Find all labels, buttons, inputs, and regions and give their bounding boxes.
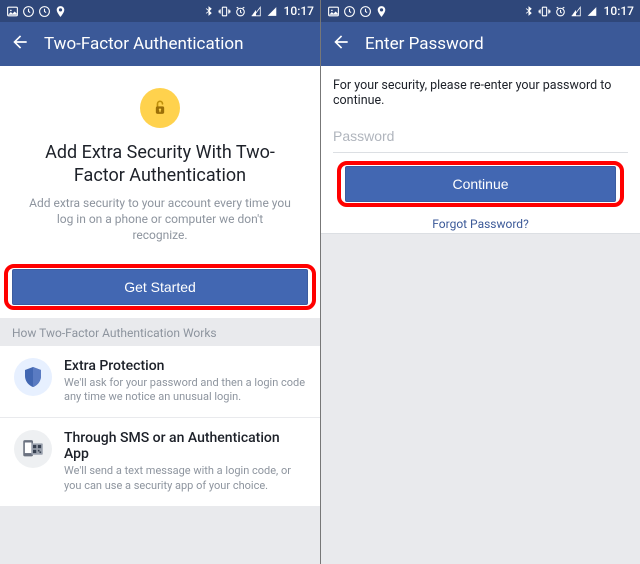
list-item-extra-protection: Extra Protection We'll ask for your pass… <box>0 346 320 418</box>
app-header: Enter Password <box>321 22 640 66</box>
clock-icon <box>22 5 35 18</box>
clock-icon <box>343 5 356 18</box>
clock-icon <box>38 5 51 18</box>
get-started-button[interactable]: Get Started <box>12 269 308 305</box>
status-right: 10:17 <box>202 4 314 18</box>
hero-desc: Add extra security to your account every… <box>16 195 304 244</box>
vibrate-icon <box>218 5 231 18</box>
shield-icon <box>14 358 52 396</box>
app-header: Two-Factor Authentication <box>0 22 320 66</box>
signal-icon <box>250 5 263 18</box>
location-icon <box>54 5 67 18</box>
back-arrow-icon[interactable] <box>331 32 351 56</box>
image-icon <box>6 5 19 18</box>
alarm-icon <box>554 5 567 18</box>
password-card: For your security, please re-enter your … <box>321 66 640 234</box>
bluetooth-icon <box>522 5 535 18</box>
forgot-password-link[interactable]: Forgot Password? <box>333 211 628 233</box>
back-arrow-icon[interactable] <box>10 32 30 56</box>
hero: Add Extra Security With Two-Factor Authe… <box>0 66 320 258</box>
status-left <box>6 5 67 18</box>
content: Add Extra Security With Two-Factor Authe… <box>0 66 320 564</box>
list-item-title: Extra Protection <box>64 358 306 374</box>
alarm-icon <box>234 5 247 18</box>
status-time: 10:17 <box>284 4 314 18</box>
cta-highlight: Get Started <box>4 264 316 310</box>
bluetooth-icon <box>202 5 215 18</box>
empty-area <box>321 234 640 564</box>
status-left <box>327 5 388 18</box>
header-title: Two-Factor Authentication <box>44 34 243 54</box>
continue-button[interactable]: Continue <box>345 166 616 202</box>
phone-qr-icon <box>14 430 52 468</box>
info-list: Extra Protection We'll ask for your pass… <box>0 346 320 506</box>
section-label: How Two-Factor Authentication Works <box>0 318 320 346</box>
screen-two-factor: 10:17 Two-Factor Authentication Add Extr… <box>0 0 320 564</box>
status-bar: 10:17 <box>0 0 320 22</box>
cta-highlight: Continue <box>337 161 624 207</box>
signal-icon <box>586 5 599 18</box>
vibrate-icon <box>538 5 551 18</box>
clock-icon <box>359 5 372 18</box>
status-time: 10:17 <box>604 4 634 18</box>
screen-enter-password: 10:17 Enter Password For your security, … <box>320 0 640 564</box>
image-icon <box>327 5 340 18</box>
content: For your security, please re-enter your … <box>321 66 640 564</box>
prompt-text: For your security, please re-enter your … <box>333 78 628 108</box>
hero-title: Add Extra Security With Two-Factor Authe… <box>16 142 304 187</box>
list-item-desc: We'll send a text message with a login c… <box>64 464 306 494</box>
status-bar: 10:17 <box>321 0 640 22</box>
status-right: 10:17 <box>522 4 634 18</box>
header-title: Enter Password <box>365 34 484 54</box>
signal-icon <box>570 5 583 18</box>
location-icon <box>375 5 388 18</box>
list-item-sms-app: Through SMS or an Authentication App We'… <box>0 417 320 506</box>
list-item-title: Through SMS or an Authentication App <box>64 430 306 462</box>
signal-icon <box>266 5 279 18</box>
lock-key-icon <box>140 88 180 128</box>
password-input[interactable] <box>333 122 628 153</box>
list-item-desc: We'll ask for your password and then a l… <box>64 376 306 406</box>
